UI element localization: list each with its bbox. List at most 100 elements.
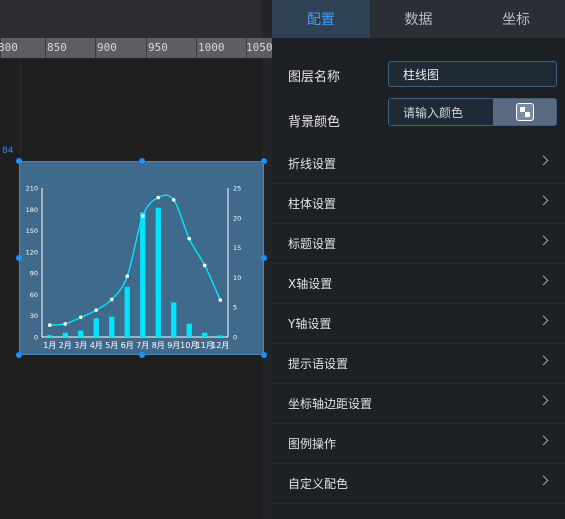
bar (93, 318, 99, 337)
bar (47, 335, 53, 337)
ruler-mark: 800 (0, 41, 18, 54)
y-left-tick-label: 150 (26, 227, 38, 235)
guide-position-label: 84 (2, 146, 14, 156)
resize-handle-bl[interactable] (16, 352, 22, 358)
chevron-right-icon (538, 195, 549, 206)
setting-label: 提示语设置 (288, 357, 349, 371)
x-tick-label: 2月 (59, 341, 72, 350)
line-point (94, 308, 99, 312)
line-point (171, 198, 176, 202)
ruler-mark: 900 (97, 41, 117, 54)
setting-x-axis[interactable]: X轴设置 (272, 264, 565, 304)
setting-axis-margin[interactable]: 坐标轴边距设置 (272, 384, 565, 424)
setting-label: 自定义配色 (288, 477, 349, 491)
x-tick-label: 1月 (43, 341, 56, 350)
resize-handle-tl[interactable] (16, 158, 22, 164)
setting-label: 坐标轴边距设置 (288, 397, 373, 411)
bar (217, 335, 223, 337)
line-point (63, 322, 68, 326)
bg-color-picker: 请输入颜色 (388, 98, 557, 126)
ruler-mark: 1050 (246, 41, 272, 54)
color-picker-button[interactable] (493, 99, 556, 125)
y-left-tick-label: 120 (26, 248, 38, 256)
chevron-right-icon (538, 155, 549, 166)
y-left-tick-label: 90 (30, 270, 38, 278)
setting-label: 标题设置 (288, 237, 337, 251)
ruler-mark: 850 (47, 41, 67, 54)
resize-handle-tm[interactable] (139, 158, 145, 164)
setting-label: 图例操作 (288, 437, 337, 451)
bar (109, 316, 115, 337)
chevron-right-icon (538, 435, 549, 446)
line-point (78, 315, 83, 320)
bar (186, 323, 192, 337)
y-left-tick-label: 210 (26, 185, 38, 193)
setting-bar[interactable]: 柱体设置 (272, 184, 565, 224)
line-point (202, 263, 207, 268)
y-left-tick-label: 60 (30, 291, 38, 299)
y-right-tick-label: 20 (233, 214, 241, 222)
setting-legend[interactable]: 图例操作 (272, 424, 565, 464)
resize-handle-ml[interactable] (16, 255, 22, 261)
setting-tooltip[interactable]: 提示语设置 (272, 344, 565, 384)
bar (171, 302, 177, 337)
chevron-right-icon (538, 315, 549, 326)
line-point (140, 214, 145, 218)
y-left-tick-label: 180 (26, 206, 38, 214)
line-point (109, 297, 114, 302)
tab-data[interactable]: 数据 (370, 0, 468, 38)
horizontal-ruler: 800 850 900 950 1000 1050 (0, 38, 272, 58)
setting-label: X轴设置 (288, 277, 333, 291)
y-right-tick-label: 15 (233, 244, 241, 252)
x-tick-label: 8月 (152, 341, 165, 350)
tab-config[interactable]: 配置 (272, 0, 370, 38)
bar (78, 330, 84, 337)
line-point (47, 323, 52, 327)
bg-color-input[interactable]: 请输入颜色 (389, 99, 493, 125)
chevron-right-icon (538, 355, 549, 366)
line-point (218, 298, 223, 302)
y-left-tick-label: 0 (34, 334, 38, 342)
y-right-tick-label: 0 (233, 334, 237, 342)
bar (155, 207, 161, 337)
resize-handle-bm[interactable] (139, 352, 145, 358)
chevron-right-icon (538, 275, 549, 286)
resize-handle-br[interactable] (261, 352, 267, 358)
x-tick-label: 3月 (74, 341, 87, 350)
y-right-tick-label: 5 (233, 304, 237, 312)
line-point (156, 195, 161, 200)
x-tick-label: 12月 (211, 341, 229, 350)
setting-line[interactable]: 折线设置 (272, 144, 565, 184)
chevron-right-icon (538, 395, 549, 406)
x-tick-label: 4月 (90, 341, 103, 350)
chart-widget[interactable]: 0 30 60 90 120 150 180 210 0 5 10 15 20 25 1月 2月 3月 4月 5月 6… (19, 161, 264, 355)
canvas-toolbar (0, 0, 262, 38)
y-right-tick-label: 10 (233, 274, 241, 282)
setting-title[interactable]: 标题设置 (272, 224, 565, 264)
resize-handle-tr[interactable] (261, 158, 267, 164)
line-point (125, 274, 130, 279)
resize-handle-mr[interactable] (261, 255, 267, 261)
chevron-right-icon (538, 235, 549, 246)
setting-label: 折线设置 (288, 157, 337, 171)
chevron-right-icon (538, 475, 549, 486)
x-tick-label: 7月 (136, 341, 149, 350)
ruler-mark: 950 (148, 41, 168, 54)
x-tick-label: 9月 (167, 341, 180, 350)
guide-line (20, 58, 21, 158)
setting-label: 柱体设置 (288, 197, 337, 211)
panel-tabs: 配置 数据 坐标 (272, 0, 565, 38)
layer-name-label: 图层名称 (288, 70, 341, 85)
ruler-mark: 1000 (198, 41, 225, 54)
setting-custom-colors[interactable]: 自定义配色 (272, 464, 565, 504)
line-point (187, 236, 192, 241)
bar (124, 286, 130, 337)
bar (140, 212, 146, 337)
line-series (49, 194, 221, 326)
bar (202, 332, 208, 337)
layer-name-input[interactable]: 柱线图 (388, 61, 557, 87)
setting-y-axis[interactable]: Y轴设置 (272, 304, 565, 344)
bar (62, 332, 68, 337)
x-tick-label: 5月 (105, 341, 118, 350)
tab-coordinates[interactable]: 坐标 (467, 0, 565, 38)
